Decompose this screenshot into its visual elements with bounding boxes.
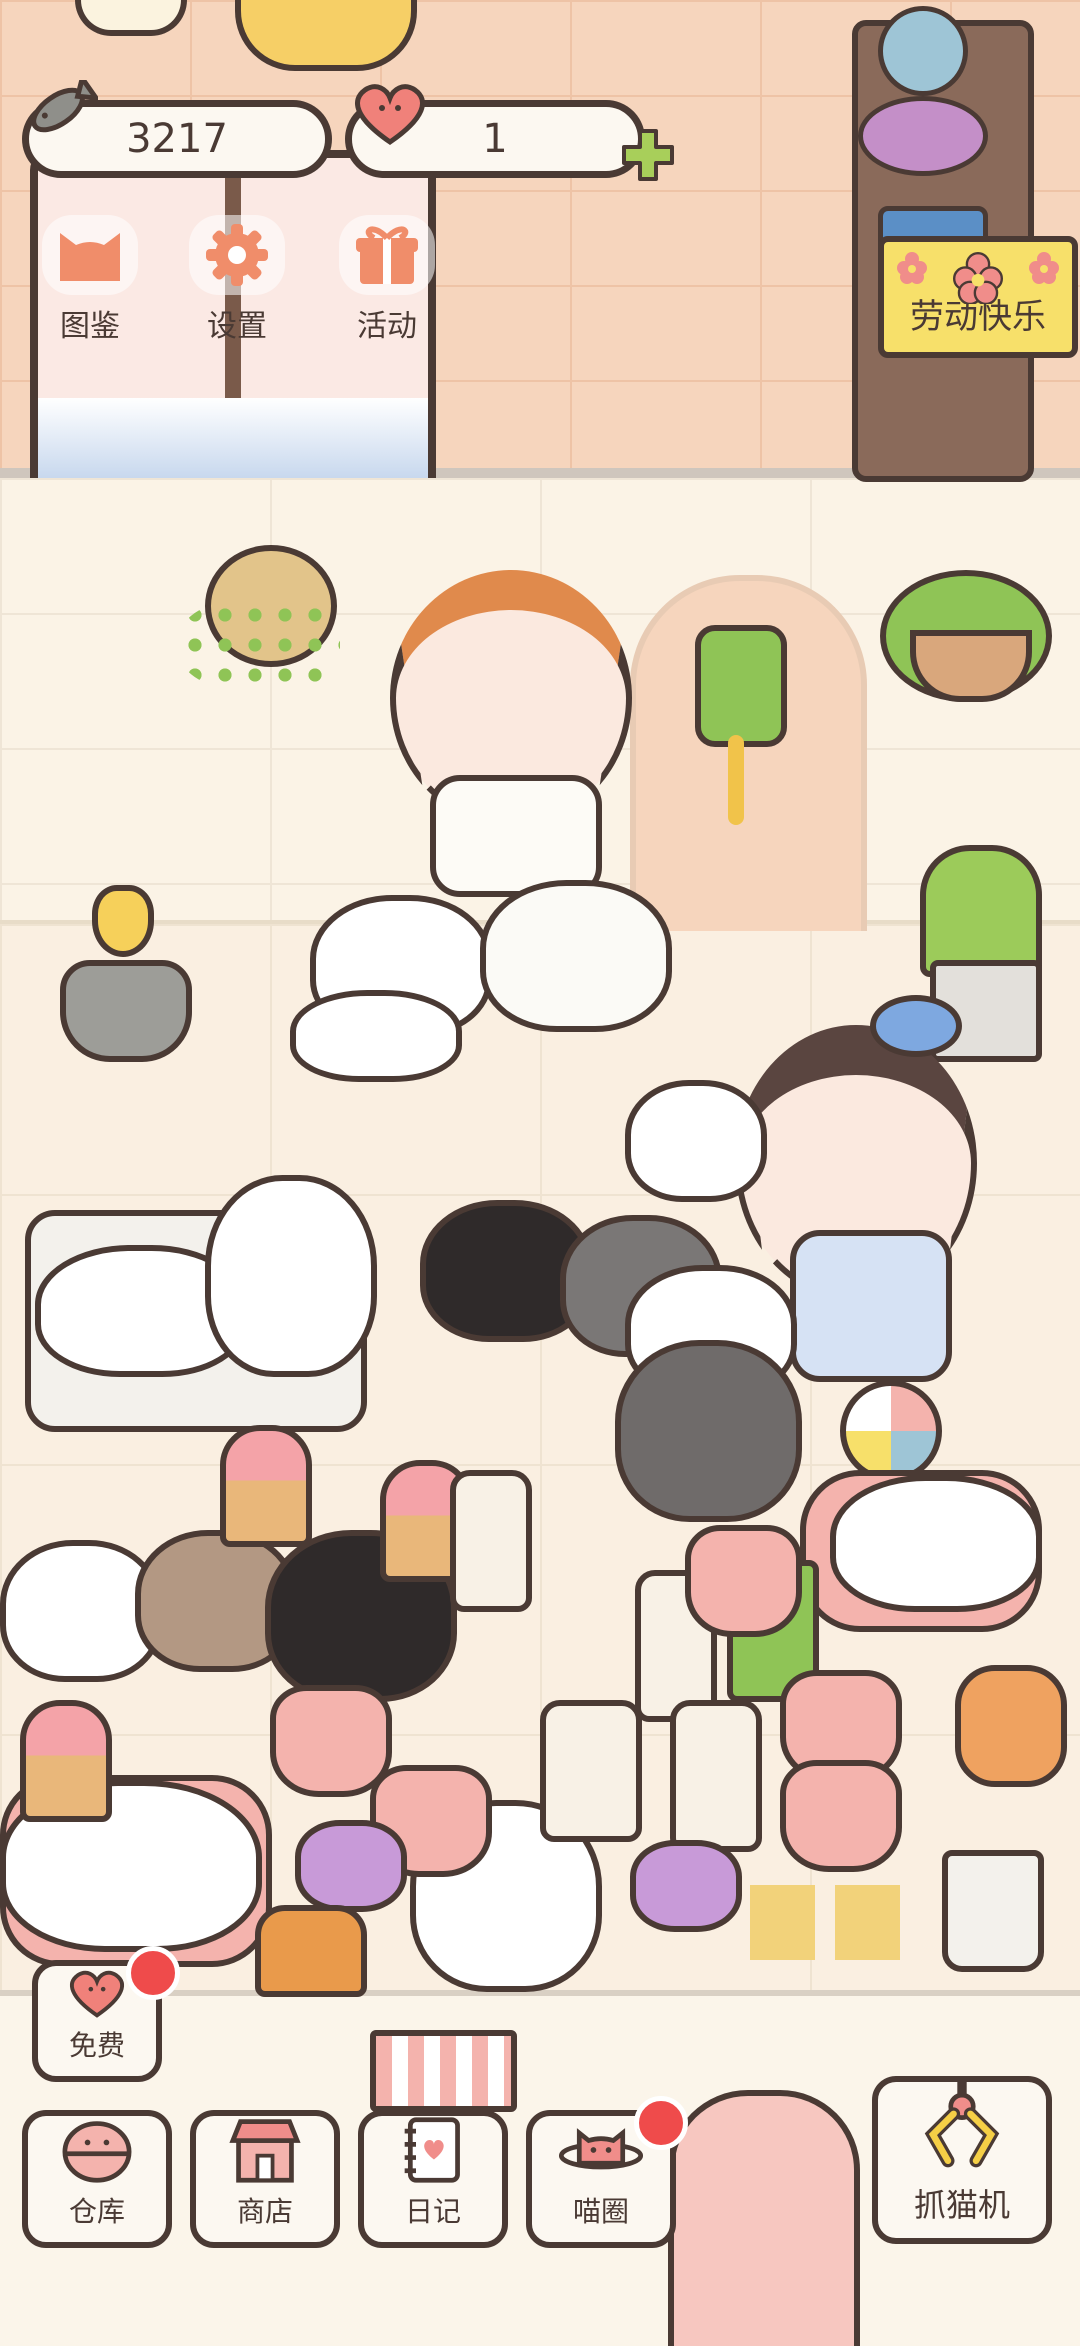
- cat-circle-label: 喵圈: [572, 2195, 629, 2228]
- ice-cream-cone[interactable]: [20, 1700, 112, 1822]
- flower-icon: [884, 250, 1072, 304]
- gift-icon: [339, 215, 435, 295]
- pie-decoration[interactable]: [235, 0, 417, 71]
- grapes-decoration: [858, 96, 988, 176]
- macaron[interactable]: [295, 1820, 407, 1912]
- cat-circle-notification-badge: [634, 2096, 688, 2150]
- diary-button[interactable]: 日记: [358, 2110, 508, 2248]
- jelly-pudding[interactable]: [270, 1685, 392, 1797]
- heart-count: 1: [482, 116, 508, 162]
- jelly-pudding[interactable]: [685, 1525, 802, 1637]
- codex-button[interactable]: 图鉴: [15, 215, 165, 345]
- events-button[interactable]: 活动: [312, 215, 462, 345]
- codex-label: 图鉴: [60, 309, 120, 344]
- diary-label: 日记: [404, 2195, 461, 2228]
- fish-icon: [18, 80, 98, 140]
- free-label: 免费: [68, 2029, 125, 2062]
- potted-cactus[interactable]: [920, 845, 1042, 977]
- strawberry-milk[interactable]: [540, 1700, 642, 1842]
- plus-icon[interactable]: [618, 125, 678, 185]
- gingerbread-man[interactable]: [955, 1665, 1067, 1787]
- events-label: 活动: [357, 309, 417, 344]
- claw-icon: [924, 2082, 1000, 2168]
- cat-face-icon: [42, 215, 138, 295]
- shop-icon: [229, 2119, 301, 2183]
- tulip-flower: [92, 885, 154, 957]
- globe-decoration: [878, 6, 968, 96]
- lying-cat-top[interactable]: [290, 990, 462, 1082]
- fish-count: 3217: [126, 116, 228, 162]
- storage-icon: [62, 2121, 132, 2183]
- pudding-plant[interactable]: [255, 1905, 367, 1997]
- shop-button[interactable]: 商店: [190, 2110, 340, 2248]
- curtain-wave-pattern: [38, 398, 428, 478]
- milk-bottle[interactable]: [670, 1700, 762, 1852]
- labor-day-event-banner[interactable]: 劳动快乐: [878, 236, 1078, 358]
- chime-tassel: [728, 735, 744, 825]
- claw-machine-button[interactable]: 抓猫机: [872, 2076, 1052, 2244]
- beach-ball[interactable]: [840, 1380, 942, 1482]
- hanging-vines: [180, 600, 340, 690]
- hanging-sign: [370, 2030, 517, 2112]
- claw-machine-label: 抓猫机: [913, 2186, 1010, 2224]
- gray-cat-sleeping[interactable]: [625, 1080, 767, 1202]
- broom-bucket[interactable]: [942, 1850, 1044, 1972]
- free-notification-badge: [126, 1946, 180, 2000]
- pink-wardrobe: [668, 2090, 860, 2346]
- ragdoll-cat[interactable]: [205, 1175, 377, 1377]
- tulip-pot[interactable]: [60, 960, 192, 1062]
- yellow-boots[interactable]: [750, 1885, 900, 1960]
- calico-cat-cap[interactable]: [830, 1475, 1042, 1612]
- settings-button[interactable]: 设置: [162, 215, 312, 345]
- storage-label: 仓库: [68, 2195, 125, 2228]
- heart-icon: [345, 78, 435, 148]
- diary-icon: [404, 2117, 460, 2183]
- macaron[interactable]: [630, 1840, 742, 1932]
- siamese-cat[interactable]: [480, 880, 672, 1032]
- girl-body: [790, 1230, 952, 1382]
- shop-label: 商店: [236, 2195, 293, 2228]
- heart-icon: [70, 1970, 124, 2018]
- planet-cat-icon: [558, 2128, 644, 2170]
- settings-label: 设置: [207, 309, 267, 344]
- jelly-pudding[interactable]: [780, 1760, 902, 1872]
- wind-chime[interactable]: [695, 625, 787, 747]
- milk-bottle[interactable]: [450, 1470, 532, 1612]
- ice-cream-cone[interactable]: [220, 1425, 312, 1547]
- storage-button[interactable]: 仓库: [22, 2110, 172, 2248]
- boy-body: [430, 775, 602, 897]
- gray-tabby-cat[interactable]: [615, 1340, 802, 1522]
- gear-icon: [189, 215, 285, 295]
- girl-beret: [870, 995, 962, 1057]
